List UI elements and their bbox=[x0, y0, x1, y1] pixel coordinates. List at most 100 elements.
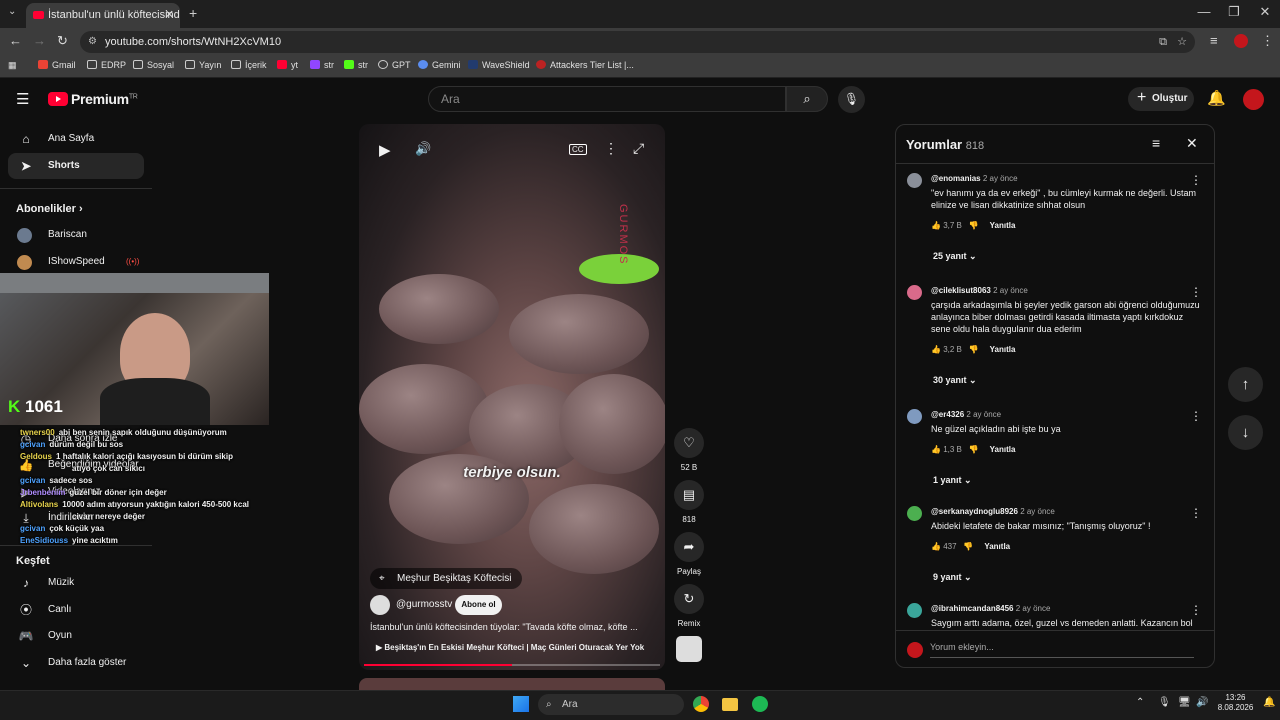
thumbs-down-icon[interactable]: 👎 bbox=[969, 445, 979, 454]
create-button[interactable]: Oluştur bbox=[1128, 86, 1194, 111]
comment-menu-icon[interactable]: ⋮ bbox=[1190, 603, 1202, 617]
sidebar-item-live[interactable]: ⦿ Canlı bbox=[8, 597, 144, 623]
sidebar-item-bariscan[interactable]: Bariscan bbox=[8, 222, 144, 248]
sidebar-item-shorts[interactable]: ➤ Shorts bbox=[8, 153, 144, 179]
share-button[interactable]: ➦ bbox=[674, 532, 704, 562]
apps-grid-icon[interactable]: ▦ bbox=[8, 60, 17, 71]
reply-button[interactable]: Yanıtla bbox=[984, 542, 1010, 551]
comment-author[interactable]: @er4326 bbox=[931, 410, 964, 419]
remix-button[interactable]: ↻ bbox=[674, 584, 704, 614]
next-short-preview[interactable] bbox=[359, 678, 665, 690]
file-explorer-icon[interactable] bbox=[722, 698, 738, 711]
bookmark-gemini[interactable]: Gemini bbox=[418, 60, 461, 70]
subscriptions-heading[interactable]: Abonelikler › bbox=[16, 203, 83, 215]
minimize-icon[interactable]: — bbox=[1189, 4, 1219, 19]
thumbs-up-icon[interactable]: 👍 bbox=[931, 445, 941, 454]
location-chip[interactable]: ⌖ Meşhur Beşiktaş Köftecisi bbox=[370, 568, 522, 589]
bookmark-sosyal[interactable]: Sosyal bbox=[133, 60, 174, 70]
sidebar-item-gaming[interactable]: 🎮 Oyun bbox=[8, 623, 144, 649]
search-input[interactable]: Ara bbox=[428, 86, 786, 112]
tray-chevron-icon[interactable]: ⌃ bbox=[1136, 697, 1144, 708]
more-options-icon[interactable]: ⋮ bbox=[604, 140, 618, 157]
youtube-premium-logo[interactable]: PremiumTR bbox=[48, 91, 138, 107]
replies-toggle[interactable]: 30 yanıt ⌄ bbox=[933, 375, 977, 386]
site-info-icon[interactable]: ⚙ bbox=[88, 31, 97, 53]
maximize-icon[interactable]: ❐ bbox=[1219, 4, 1249, 20]
comment-menu-icon[interactable]: ⋮ bbox=[1190, 173, 1202, 187]
play-icon[interactable]: ▶ bbox=[379, 141, 391, 159]
comment-author[interactable]: @cileklisut8063 bbox=[931, 286, 991, 295]
thumbs-up-icon[interactable]: 👍 bbox=[931, 542, 941, 551]
sidebar-item-home[interactable]: ⌂ Ana Sayfa bbox=[8, 126, 144, 152]
audio-thumbnail[interactable] bbox=[676, 636, 702, 662]
fullscreen-icon[interactable]: ⤢ bbox=[633, 140, 644, 157]
notification-center-icon[interactable]: 🔔 bbox=[1263, 697, 1275, 708]
menu-hamburger-icon[interactable]: ☰ bbox=[16, 90, 29, 108]
thumbs-down-icon[interactable]: 👎 bbox=[969, 345, 979, 354]
sidebar-item-music[interactable]: ♪ Müzik bbox=[8, 570, 144, 596]
reply-button[interactable]: Yanıtla bbox=[990, 221, 1016, 230]
speaker-icon[interactable]: 🔊 bbox=[1196, 697, 1208, 708]
avatar[interactable] bbox=[907, 173, 922, 188]
subscribe-button[interactable]: Abone ol bbox=[455, 595, 502, 615]
avatar[interactable] bbox=[907, 409, 922, 424]
network-icon[interactable]: 🖥 bbox=[1178, 697, 1191, 708]
replies-toggle[interactable]: 9 yanıt ⌄ bbox=[933, 572, 972, 583]
profile-avatar[interactable] bbox=[1234, 34, 1248, 48]
thumbs-down-icon[interactable]: 👎 bbox=[963, 542, 973, 551]
reply-button[interactable]: Yanıtla bbox=[990, 445, 1016, 454]
address-bar[interactable]: ⚙ youtube.com/shorts/WtNH2XcVM10 ⧉ ☆ bbox=[80, 31, 1195, 53]
sidebar-item-show-more[interactable]: ⌄ Daha fazla göster bbox=[8, 650, 144, 676]
windows-start-icon[interactable] bbox=[513, 696, 529, 712]
replies-toggle[interactable]: 25 yanıt ⌄ bbox=[933, 251, 977, 262]
bookmark-icerik[interactable]: İçerik bbox=[231, 60, 267, 70]
clock[interactable]: 13:26 8.08.2026 bbox=[1213, 693, 1258, 713]
bookmark-star-icon[interactable]: ☆ bbox=[1177, 31, 1187, 53]
search-icon[interactable]: ⌕ bbox=[786, 86, 828, 112]
add-comment-input[interactable]: Yorum ekleyin... bbox=[930, 642, 1194, 658]
channel-avatar[interactable] bbox=[370, 595, 390, 615]
replies-toggle[interactable]: 1 yanıt ⌄ bbox=[933, 475, 972, 486]
bookmark-waveshield[interactable]: WaveShield bbox=[468, 60, 530, 70]
back-icon[interactable]: ← bbox=[9, 33, 22, 48]
taskbar-search[interactable]: ⌕ Ara bbox=[538, 694, 684, 715]
new-tab-button[interactable]: + bbox=[189, 5, 197, 21]
bookmark-gmail[interactable]: Gmail bbox=[38, 60, 76, 70]
channel-name[interactable]: @gurmosstv bbox=[396, 599, 452, 610]
bookmark-edrp[interactable]: EDRP bbox=[87, 60, 126, 70]
bookmark-gpt[interactable]: GPT bbox=[378, 60, 411, 70]
reply-button[interactable]: Yanıtla bbox=[990, 345, 1016, 354]
close-window-icon[interactable]: ✕ bbox=[1250, 4, 1280, 20]
bookmark-attackers[interactable]: Attackers Tier List |... bbox=[536, 60, 634, 70]
comment-menu-icon[interactable]: ⋮ bbox=[1190, 506, 1202, 520]
spotify-icon[interactable] bbox=[752, 696, 768, 712]
sidebar-item-ishowspeed[interactable]: IShowSpeed ((•)) bbox=[8, 249, 144, 275]
comment-author[interactable]: @serkanaydnoglu8926 bbox=[931, 507, 1018, 516]
bookmark-kick[interactable]: str bbox=[344, 60, 368, 70]
related-video-link[interactable]: ▶ Beşiktaş'ın En Eskisi Meşhur Köfteci |… bbox=[376, 643, 644, 652]
account-avatar[interactable] bbox=[1243, 89, 1264, 110]
avatar[interactable] bbox=[907, 285, 922, 300]
comment-author[interactable]: @enomanias bbox=[931, 174, 981, 183]
volume-icon[interactable]: 🔊 bbox=[415, 141, 431, 157]
tab-search-icon[interactable]: ⌄ bbox=[8, 6, 16, 17]
thumbs-up-icon[interactable]: 👍 bbox=[931, 345, 941, 354]
media-icon[interactable]: ≡ bbox=[1210, 33, 1218, 48]
reload-icon[interactable]: ↻ bbox=[57, 33, 68, 49]
bookmark-twitch[interactable]: str bbox=[310, 60, 334, 70]
avatar[interactable] bbox=[907, 603, 922, 618]
progress-bar-track[interactable] bbox=[364, 664, 660, 666]
thumbs-up-icon[interactable]: 👍 bbox=[931, 221, 941, 230]
bookmark-yayin[interactable]: Yayın bbox=[185, 60, 221, 70]
install-app-icon[interactable]: ⧉ bbox=[1159, 31, 1167, 53]
tray-mic-icon[interactable]: 🎙 bbox=[1158, 697, 1171, 708]
like-button[interactable]: ♡ bbox=[674, 428, 704, 458]
forward-icon[interactable]: → bbox=[33, 33, 46, 48]
comments-button[interactable]: ▤ bbox=[674, 480, 704, 510]
microphone-icon[interactable]: 🎙 bbox=[838, 86, 865, 113]
avatar[interactable] bbox=[907, 506, 922, 521]
bookmark-yt[interactable]: yt bbox=[277, 60, 298, 70]
captions-icon[interactable]: CC bbox=[569, 144, 587, 155]
video-title[interactable]: İstanbul'un ünlü köftecisinden tüyolar: … bbox=[370, 622, 655, 632]
chrome-menu-icon[interactable]: ⋮ bbox=[1261, 33, 1274, 49]
